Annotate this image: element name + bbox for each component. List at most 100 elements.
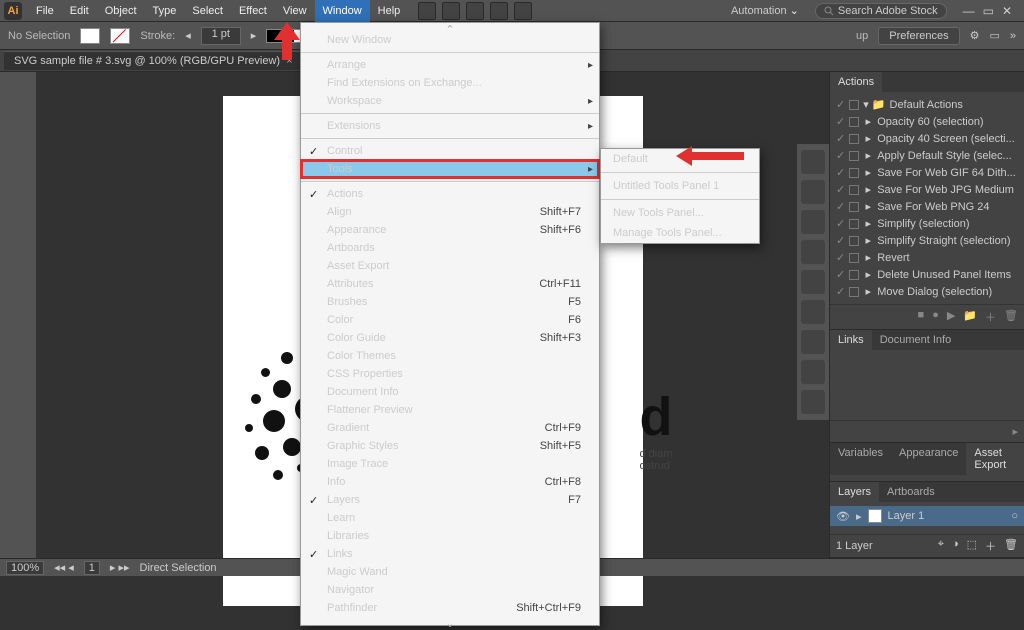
- panel-icon[interactable]: [801, 240, 825, 264]
- menu-tools[interactable]: Tools: [301, 160, 599, 178]
- visibility-icon[interactable]: 👁: [836, 510, 850, 523]
- play-icon[interactable]: ▶: [947, 309, 955, 325]
- menu-control[interactable]: Control: [301, 142, 599, 160]
- menu-asset-export[interactable]: Asset Export: [301, 257, 599, 275]
- panel-icon[interactable]: [801, 300, 825, 324]
- actions-set[interactable]: ✓▾ 📁Default Actions: [830, 96, 1024, 113]
- panel-icon[interactable]: [801, 270, 825, 294]
- new-layer-icon[interactable]: ＋: [985, 538, 996, 554]
- menu-actions[interactable]: Actions: [301, 185, 599, 203]
- panel-icon[interactable]: [801, 150, 825, 174]
- locate-icon[interactable]: ⌖: [938, 538, 944, 554]
- search-input[interactable]: Search Adobe Stock: [815, 3, 947, 19]
- maximize-icon[interactable]: ▭: [983, 4, 994, 18]
- trash-icon[interactable]: 🗑: [1004, 538, 1018, 554]
- action-row[interactable]: ✓▸Save For Web PNG 24: [830, 198, 1024, 215]
- artboard-nav-next[interactable]: ▸ ▸▸: [110, 561, 130, 574]
- menu-gradient[interactable]: GradientCtrl+F9: [301, 419, 599, 437]
- menu-align[interactable]: AlignShift+F7: [301, 203, 599, 221]
- action-row[interactable]: ✓▸Opacity 40 Screen (selecti...: [830, 130, 1024, 147]
- icon-generic[interactable]: [466, 2, 484, 20]
- new-set-icon[interactable]: 📁: [963, 309, 977, 325]
- menu-css[interactable]: CSS Properties: [301, 365, 599, 383]
- menu-info[interactable]: InfoCtrl+F8: [301, 473, 599, 491]
- preferences-button[interactable]: Preferences: [878, 27, 959, 45]
- action-row[interactable]: ✓▸Move Dialog (selection): [830, 283, 1024, 300]
- menu-edit[interactable]: Edit: [62, 0, 97, 22]
- stroke-weight-input[interactable]: 1 pt: [201, 27, 241, 45]
- menu-flattener[interactable]: Flattener Preview: [301, 401, 599, 419]
- tools-column[interactable]: [0, 72, 36, 558]
- menu-extensions[interactable]: Extensions: [301, 117, 599, 135]
- icon-generic[interactable]: [442, 2, 460, 20]
- action-row[interactable]: ✓▸Delete Unused Panel Items: [830, 266, 1024, 283]
- icon-generic[interactable]: [514, 2, 532, 20]
- menu-help[interactable]: Help: [370, 0, 409, 22]
- fill-swatch[interactable]: [80, 28, 100, 44]
- menu-color-guide[interactable]: Color GuideShift+F3: [301, 329, 599, 347]
- asset-export-tab[interactable]: Asset Export: [966, 443, 1024, 475]
- submenu-untitled[interactable]: Untitled Tools Panel 1: [601, 176, 759, 196]
- menu-image-trace[interactable]: Image Trace: [301, 455, 599, 473]
- menu-navigator[interactable]: Navigator: [301, 581, 599, 599]
- menu-appearance[interactable]: AppearanceShift+F6: [301, 221, 599, 239]
- document-tab[interactable]: SVG sample file # 3.svg @ 100% (RGB/GPU …: [4, 51, 304, 70]
- menu-type[interactable]: Type: [145, 0, 185, 22]
- icon-generic[interactable]: [418, 2, 436, 20]
- target-icon[interactable]: ○: [1011, 510, 1018, 522]
- submenu-new[interactable]: New Tools Panel...: [601, 203, 759, 223]
- variables-tab[interactable]: Variables: [830, 443, 891, 475]
- panel-icon[interactable]: [801, 390, 825, 414]
- menu-layers[interactable]: LayersF7: [301, 491, 599, 509]
- menu-new-window[interactable]: New Window: [301, 31, 599, 49]
- menu-object[interactable]: Object: [97, 0, 145, 22]
- icon-generic[interactable]: [490, 2, 508, 20]
- menu-effect[interactable]: Effect: [231, 0, 275, 22]
- menu-view[interactable]: View: [275, 0, 315, 22]
- panel-icon[interactable]: [801, 180, 825, 204]
- docinfo-tab[interactable]: Document Info: [872, 330, 960, 350]
- menu-docinfo[interactable]: Document Info: [301, 383, 599, 401]
- sublayer-icon[interactable]: ⬚: [967, 538, 977, 554]
- menu-workspace[interactable]: Workspace: [301, 92, 599, 110]
- artboard-nav-prev[interactable]: ◂◂ ◂: [54, 561, 74, 574]
- layers-tab[interactable]: Layers: [830, 482, 879, 502]
- panel-icon[interactable]: [801, 330, 825, 354]
- record-icon[interactable]: ●: [932, 309, 939, 325]
- zoom-field[interactable]: 100%: [6, 561, 44, 575]
- minimize-icon[interactable]: —: [963, 4, 975, 18]
- menu-brushes[interactable]: BrushesF5: [301, 293, 599, 311]
- menu-artboards[interactable]: Artboards: [301, 239, 599, 257]
- new-action-icon[interactable]: ＋: [985, 309, 996, 325]
- action-row[interactable]: ✓▸Save For Web GIF 64 Dith...: [830, 164, 1024, 181]
- submenu-manage[interactable]: Manage Tools Panel...: [601, 223, 759, 243]
- menu-attributes[interactable]: AttributesCtrl+F11: [301, 275, 599, 293]
- appearance-tab[interactable]: Appearance: [891, 443, 966, 475]
- menu-pathfinder[interactable]: PathfinderShift+Ctrl+F9: [301, 599, 599, 617]
- gear-icon[interactable]: ⚙: [970, 29, 980, 42]
- links-tab[interactable]: Links: [830, 330, 872, 350]
- action-row[interactable]: ✓▸Save For Web JPG Medium: [830, 181, 1024, 198]
- artboards-tab[interactable]: Artboards: [879, 482, 943, 502]
- close-icon[interactable]: ✕: [1002, 4, 1012, 18]
- panel-icon[interactable]: [801, 210, 825, 234]
- action-row[interactable]: ✓▸Opacity 60 (selection): [830, 113, 1024, 130]
- menu-links[interactable]: Links: [301, 545, 599, 563]
- stop-icon[interactable]: ■: [918, 309, 925, 325]
- action-row[interactable]: ✓▸Simplify (selection): [830, 215, 1024, 232]
- artboard-nav-field[interactable]: 1: [84, 561, 100, 575]
- menu-color-themes[interactable]: Color Themes: [301, 347, 599, 365]
- stroke-swatch[interactable]: [110, 28, 130, 44]
- menu-arrange[interactable]: Arrange: [301, 56, 599, 74]
- action-row[interactable]: ✓▸Apply Default Style (selec...: [830, 147, 1024, 164]
- stroke-increment[interactable]: ▸: [251, 29, 257, 42]
- chevron-right-icon[interactable]: ▸: [1012, 425, 1018, 438]
- chevron-right-icon[interactable]: ▸: [856, 510, 862, 523]
- layer-name[interactable]: Layer 1: [888, 510, 925, 522]
- actions-tab[interactable]: Actions: [830, 72, 882, 92]
- collapse-icon[interactable]: »: [1010, 30, 1016, 42]
- panel-icon[interactable]: ▭: [989, 29, 999, 42]
- action-row[interactable]: ✓▸Simplify Straight (selection): [830, 232, 1024, 249]
- menu-color[interactable]: ColorF6: [301, 311, 599, 329]
- layer-row[interactable]: 👁 ▸ Layer 1 ○: [830, 506, 1024, 526]
